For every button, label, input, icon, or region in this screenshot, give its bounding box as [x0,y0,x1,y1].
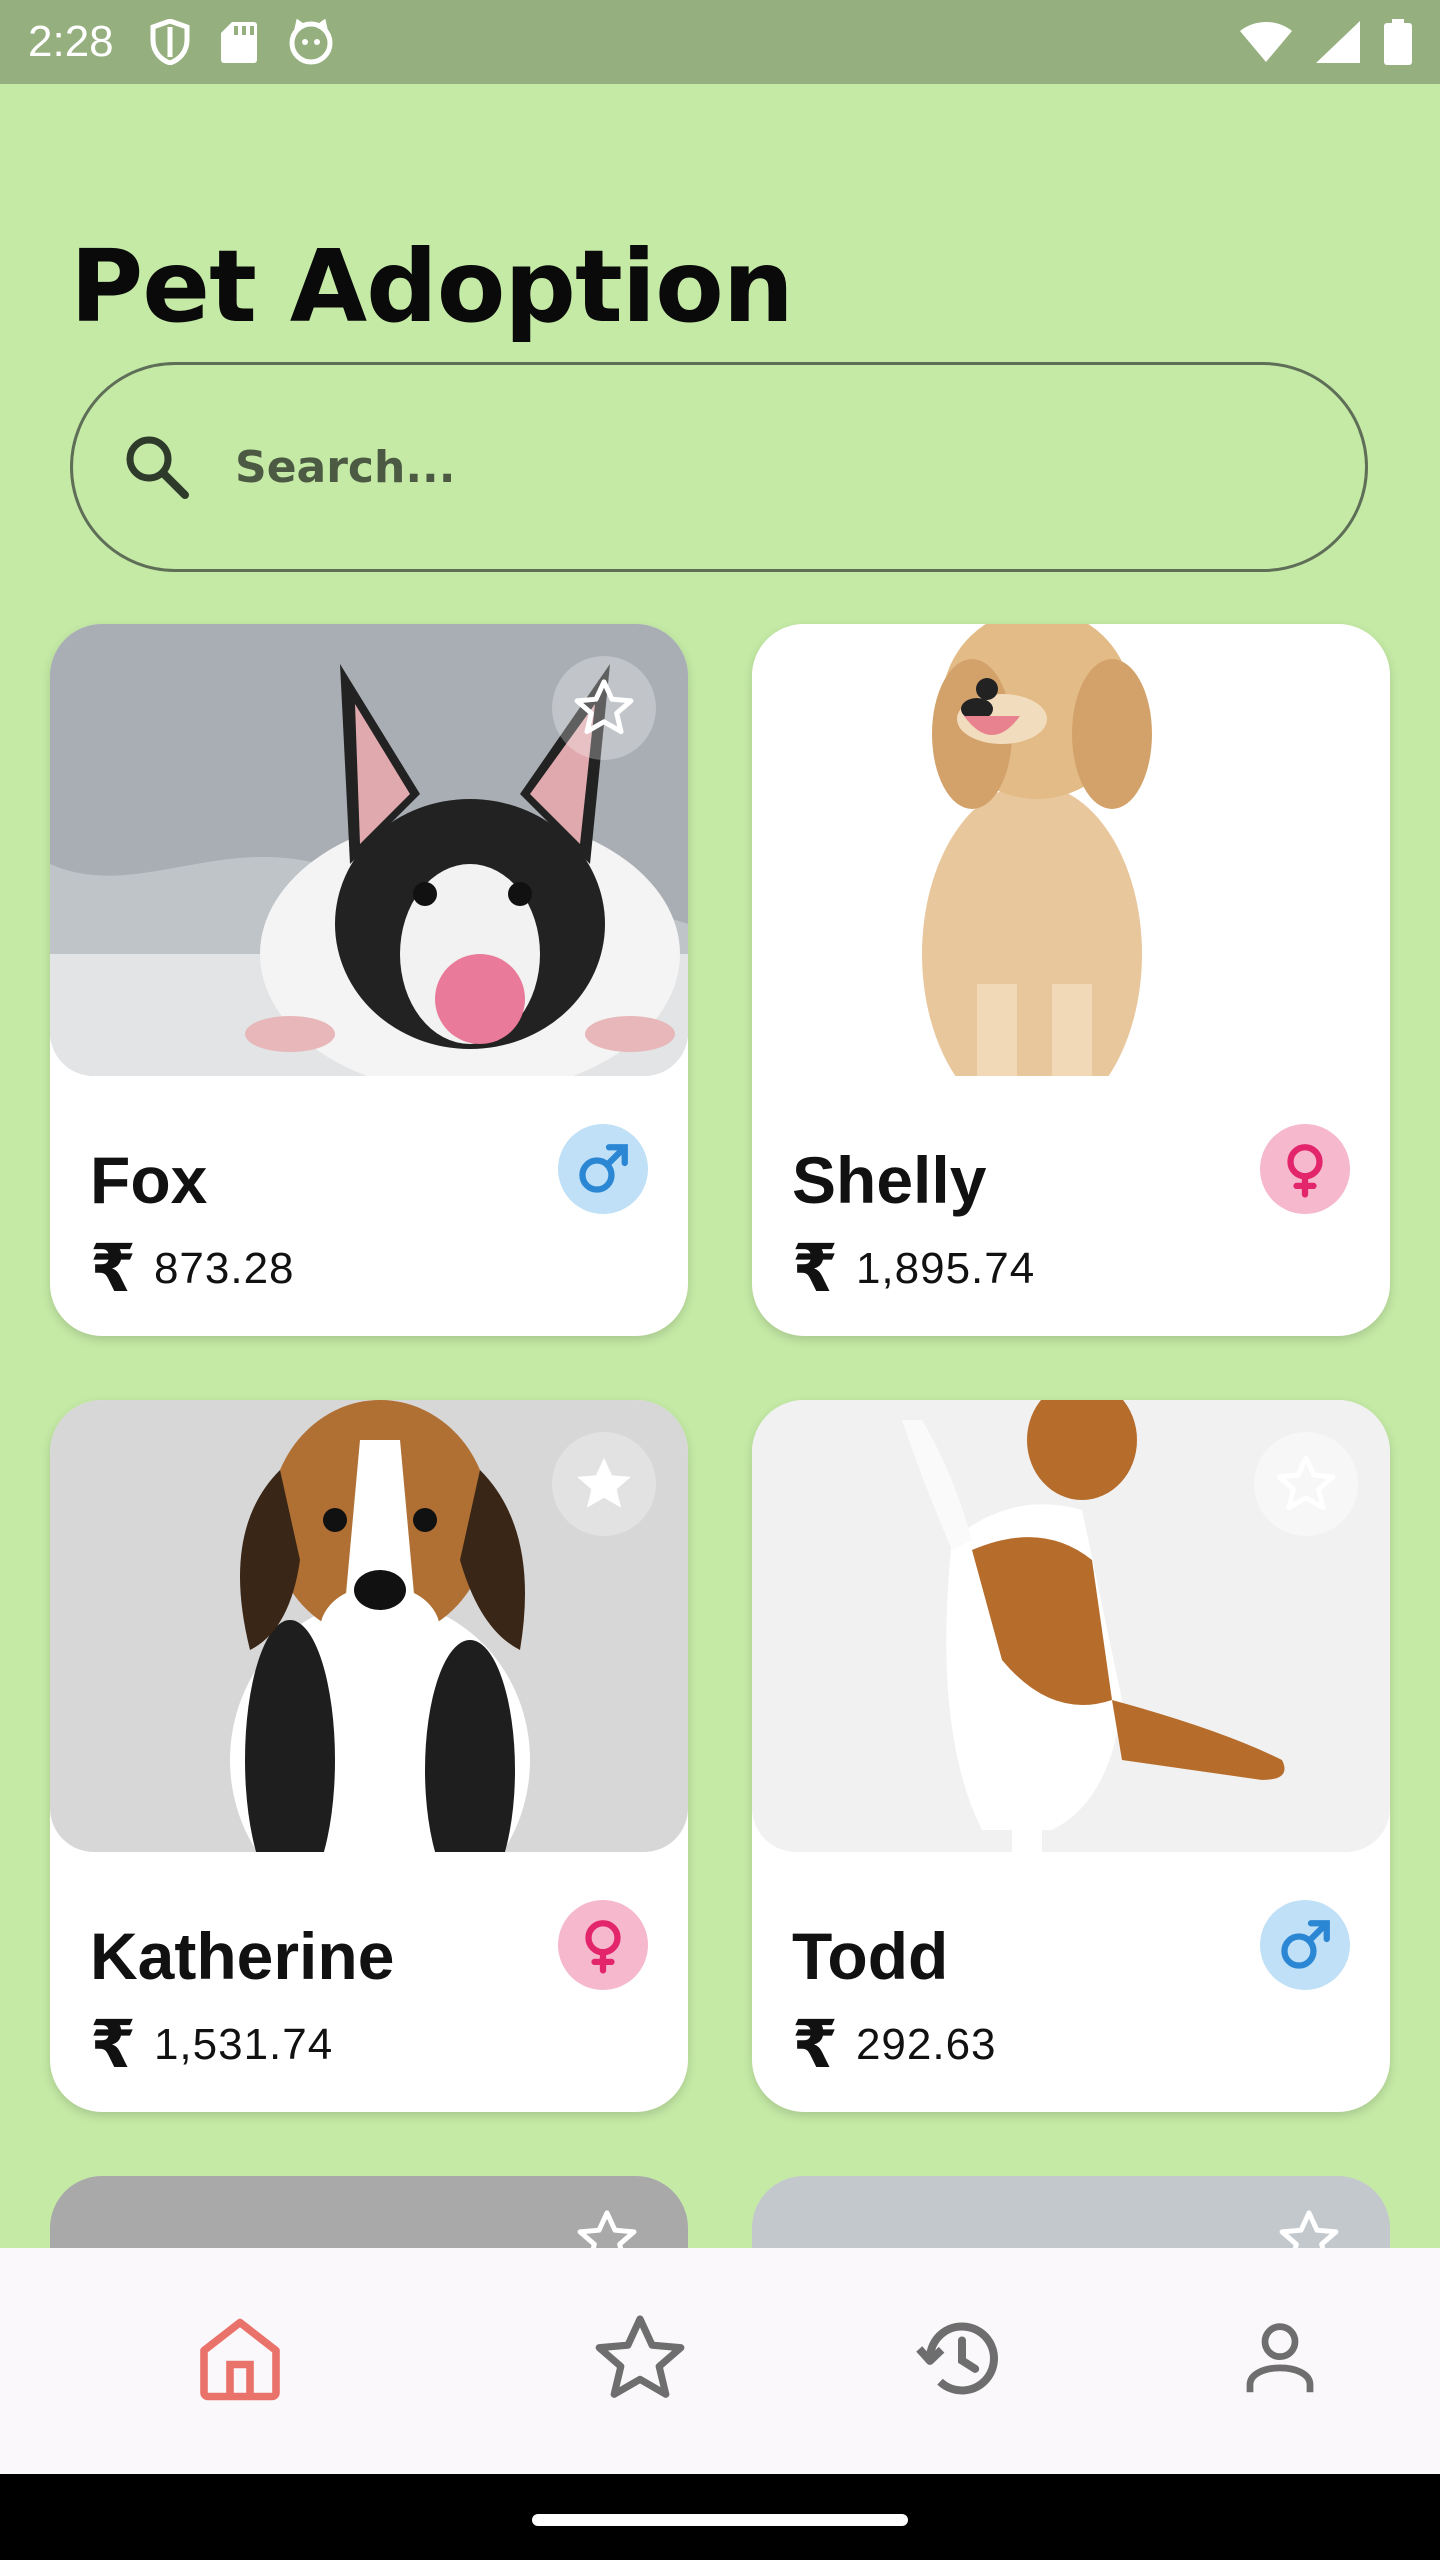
price-value: 1,531.74 [153,2020,334,2069]
pet-name: Shelly [792,1143,987,1217]
person-icon [1246,2323,1314,2393]
pet-name: Fox [90,1143,208,1217]
rupee-icon: ₹ [90,1230,136,1307]
star-outline-icon [577,2210,637,2248]
star-outline-icon [1279,2210,1339,2248]
favorite-button[interactable] [552,1432,656,1536]
pet-name: Katherine [90,1919,395,1993]
gender-badge [558,1124,648,1214]
nav-favorites[interactable] [590,2309,690,2414]
male-icon [579,1144,628,1193]
price-row: ₹ 1,531.74 [90,2012,333,2078]
star-outline-icon [1276,1455,1336,1511]
gender-badge [1260,1124,1350,1214]
favorite-button[interactable] [552,656,656,760]
pet-card-shelly[interactable]: Shelly ₹ 1,895.74 [752,624,1390,1336]
pet-card-partial[interactable] [50,2176,688,2248]
rupee-icon: ₹ [792,2006,838,2083]
search-input[interactable] [235,441,1135,493]
nav-home[interactable] [192,2311,288,2412]
gender-badge [558,1900,648,1990]
rupee-icon: ₹ [90,2006,136,2083]
rupee-icon: ₹ [792,1230,838,1307]
favorite-button[interactable] [1254,656,1358,760]
pet-grid[interactable]: Pet Adoption Search... Fox ₹ 873.28 Shel… [0,0,1440,2248]
pet-name: Todd [792,1919,949,1993]
female-icon [585,1920,621,1974]
bottom-navigation [0,2248,1440,2474]
pet-card-partial[interactable] [752,2176,1390,2248]
nav-profile[interactable] [1235,2314,1325,2409]
female-icon [1287,1144,1323,1198]
pet-card-katherine[interactable]: Katherine ₹ 1,531.74 [50,1400,688,2112]
male-icon [1281,1920,1330,1969]
price-row: ₹ 1,895.74 [792,1236,1035,1302]
price-row: ₹ 292.63 [792,2012,997,2078]
search-bar[interactable] [70,362,1368,572]
history-icon [916,2322,998,2395]
favorite-button[interactable] [1254,1432,1358,1536]
search-icon [126,436,189,499]
star-outline-icon [574,679,634,735]
gender-badge [1260,1900,1350,1990]
star-icon [595,2315,685,2398]
price-value: 1,895.74 [855,1244,1036,1293]
nav-history[interactable] [912,2311,1008,2412]
pet-card-fox[interactable]: Fox ₹ 873.28 [50,624,688,1336]
star-filled-icon [577,1457,631,1508]
star-outline-icon [1276,679,1336,735]
price-value: 292.63 [855,2020,997,2069]
price-value: 873.28 [153,1244,295,1293]
home-icon [200,2318,280,2401]
home-gesture-handle[interactable] [532,2514,908,2526]
pet-card-todd[interactable]: Todd ₹ 292.63 [752,1400,1390,2112]
page-title: Pet Adoption [70,228,794,345]
price-row: ₹ 873.28 [90,1236,295,1302]
